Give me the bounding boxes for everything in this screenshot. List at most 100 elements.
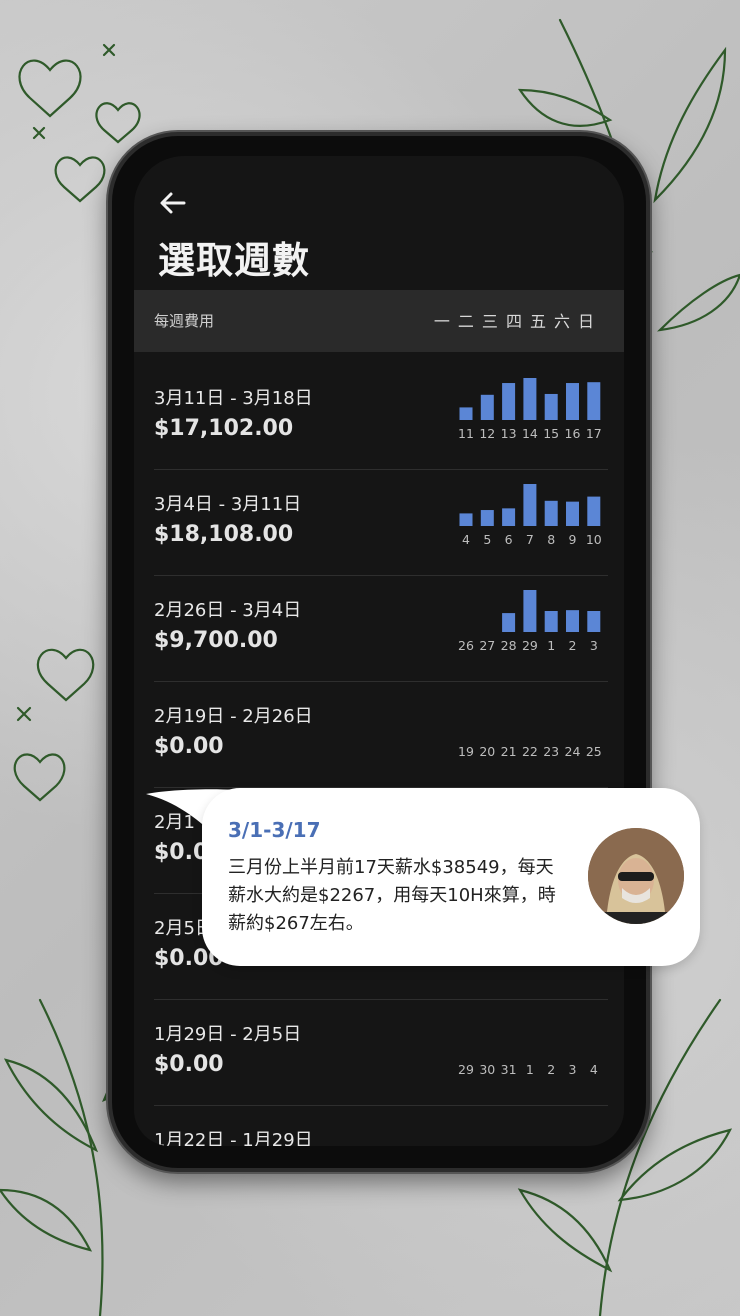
day-label: 23 xyxy=(543,744,559,759)
comment-title: 3/1-3/17 xyxy=(228,818,321,842)
week-amount: $18,108.00 xyxy=(154,522,294,547)
weekday-label: 二 xyxy=(457,312,474,331)
week-row[interactable]: 1月22日 - 1月29日 xyxy=(154,1106,608,1146)
day-bar xyxy=(523,590,537,632)
day-label: 22 xyxy=(522,744,538,759)
day-label: 5 xyxy=(483,532,491,547)
day-label: 3 xyxy=(569,1062,577,1077)
week-bar-chart: 29 30 31 1 2 3 4 xyxy=(458,1062,598,1077)
day-label: 1 xyxy=(526,1062,534,1077)
day-bar xyxy=(523,484,537,526)
avatar xyxy=(588,828,684,924)
day-label: 17 xyxy=(586,426,602,441)
day-label: 16 xyxy=(565,426,581,441)
day-label: 11 xyxy=(458,426,474,441)
day-label: 29 xyxy=(522,638,538,653)
week-bar-chart: 26 27 28 29 1 2 3 xyxy=(458,590,601,653)
phone-frame: 選取週數 每週費用 一 二 三 四 五 六 日 3月11日 - 3月18日 $17… xyxy=(108,132,650,1172)
week-bar-chart: 4 5 6 7 8 9 10 xyxy=(459,484,602,547)
day-bar xyxy=(459,407,473,420)
day-label: 6 xyxy=(505,532,513,547)
week-bar-chart: 11 12 13 14 15 16 17 xyxy=(458,378,602,441)
weekday-label: 三 xyxy=(481,312,498,331)
day-label: 25 xyxy=(586,744,602,759)
day-label: 9 xyxy=(569,532,577,547)
back-arrow-icon[interactable] xyxy=(156,186,190,220)
day-label: 8 xyxy=(547,532,555,547)
week-amount: $9,700.00 xyxy=(154,628,278,653)
day-bar xyxy=(480,394,494,420)
day-label: 10 xyxy=(586,532,602,547)
week-row[interactable]: 3月11日 - 3月18日 $17,102.00 11 12 13 14 15 16 17 xyxy=(154,364,608,470)
day-label: 30 xyxy=(479,1062,495,1077)
week-range: 3月11日 - 3月18日 xyxy=(154,388,313,409)
day-bar xyxy=(523,378,537,420)
day-label: 14 xyxy=(522,426,538,441)
day-label: 4 xyxy=(590,1062,598,1077)
heart-icon xyxy=(36,648,95,702)
week-range: 2月19日 - 2月26日 xyxy=(154,706,313,727)
page-title: 選取週數 xyxy=(158,239,310,282)
day-label: 4 xyxy=(462,532,470,547)
weekday-label: 六 xyxy=(553,312,570,331)
heart-icon xyxy=(18,59,82,118)
day-label: 28 xyxy=(501,638,517,653)
week-row[interactable]: 2月19日 - 2月26日 $0.00 19 20 21 22 23 24 25 xyxy=(154,682,608,788)
day-bar xyxy=(587,496,601,526)
day-bar xyxy=(587,611,601,632)
day-label: 15 xyxy=(543,426,559,441)
week-amount: $0.00 xyxy=(154,734,224,759)
app-screen: 選取週數 每週費用 一 二 三 四 五 六 日 3月11日 - 3月18日 $17… xyxy=(134,156,624,1146)
day-label: 29 xyxy=(458,1062,474,1077)
day-label: 7 xyxy=(526,532,534,547)
week-range: 1月29日 - 2月5日 xyxy=(154,1024,302,1045)
day-label: 24 xyxy=(565,744,581,759)
weekday-label: 五 xyxy=(529,312,546,331)
day-label: 2 xyxy=(547,1062,555,1077)
week-amount: $17,102.00 xyxy=(154,416,294,441)
day-bar xyxy=(566,501,579,526)
heart-icon xyxy=(54,156,106,203)
day-bar xyxy=(459,513,473,526)
day-label: 20 xyxy=(479,744,495,759)
day-bar xyxy=(566,383,579,420)
day-label: 27 xyxy=(479,638,495,653)
week-row[interactable]: 1月29日 - 2月5日 $0.00 29 30 31 1 2 3 4 xyxy=(154,1000,608,1106)
weekday-label: 四 xyxy=(505,312,522,331)
weekday-label: 日 xyxy=(577,312,594,331)
week-range: 2月26日 - 3月4日 xyxy=(154,600,302,621)
comment-text: 三月份上半月前17天薪水$38549，每天薪水大約是$2267，用每天10H來算… xyxy=(228,857,556,934)
weekly-header: 每週費用 一 二 三 四 五 六 日 xyxy=(134,290,624,352)
week-row[interactable]: 2月26日 - 3月4日 $9,700.00 26 27 28 29 1 2 3 xyxy=(154,576,608,682)
day-label: 12 xyxy=(479,426,495,441)
week-bar-chart: 19 20 21 22 23 24 25 xyxy=(458,744,602,759)
week-row[interactable]: 3月4日 - 3月11日 $18,108.00 4 5 6 7 8 9 10 xyxy=(154,470,608,576)
day-bar xyxy=(587,382,601,420)
day-label: 3 xyxy=(590,638,598,653)
header-label: 每週費用 xyxy=(154,312,215,330)
day-bar xyxy=(502,613,516,632)
day-label: 26 xyxy=(458,638,474,653)
day-bar xyxy=(544,500,558,526)
comment-bubble: 3/1-3/17 三月份上半月前17天薪水$38549，每天薪水大約是$2267… xyxy=(202,788,700,966)
day-bar xyxy=(502,383,516,420)
day-bar xyxy=(480,510,494,526)
day-label: 1 xyxy=(547,638,555,653)
person-avatar-icon xyxy=(588,828,684,924)
week-range: 3月4日 - 3月11日 xyxy=(154,494,302,515)
weekday-labels: 一 二 三 四 五 六 日 xyxy=(434,308,594,332)
day-bar xyxy=(544,393,558,420)
day-label: 21 xyxy=(501,744,517,759)
weekday-label: 一 xyxy=(433,312,450,331)
day-bar xyxy=(502,508,516,526)
day-label: 31 xyxy=(501,1062,517,1077)
day-label: 13 xyxy=(501,426,517,441)
day-label: 2 xyxy=(569,638,577,653)
week-range: 1月22日 - 1月29日 xyxy=(154,1130,313,1146)
day-bar xyxy=(566,610,579,632)
week-amount: $0.00 xyxy=(154,1052,224,1077)
heart-icon xyxy=(95,102,141,144)
heart-icon xyxy=(13,753,66,802)
day-label: 19 xyxy=(458,744,474,759)
day-bar xyxy=(544,611,558,632)
